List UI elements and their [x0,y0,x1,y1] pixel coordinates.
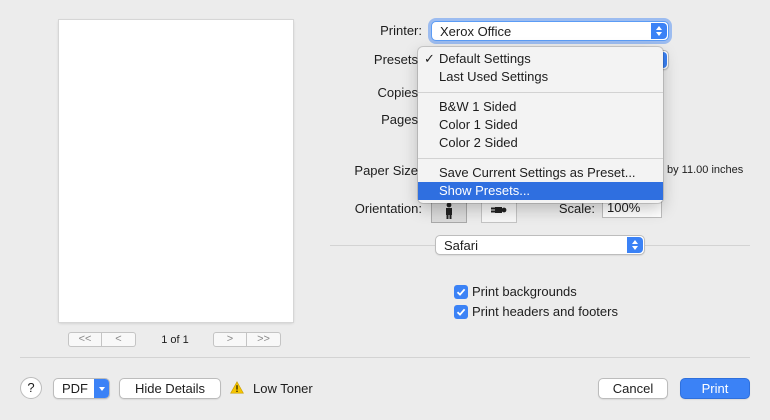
chevron-down-icon [94,379,109,398]
menu-item-color-1-sided[interactable]: Color 1 Sided [418,116,663,134]
scale-label: Scale: [558,201,595,216]
menu-item-show-presets[interactable]: Show Presets... [418,182,663,200]
pdf-label: PDF [62,381,88,396]
menu-item-label: Save Current Settings as Preset... [439,165,636,180]
print-backgrounds-option[interactable]: Print backgrounds [454,284,577,299]
landscape-person-icon [491,207,507,213]
orientation-label: Orientation: [354,201,422,216]
menu-item-label: Default Settings [439,51,531,66]
menu-item-label: Show Presets... [439,183,531,198]
cancel-button[interactable]: Cancel [598,378,668,399]
low-toner-status: Low Toner [253,381,313,396]
menu-separator [418,92,663,93]
pages-label: Pages [381,112,418,127]
menu-item-label: Color 1 Sided [439,117,518,132]
checkmark-icon [456,288,466,296]
printer-popup[interactable]: Xerox Office [431,21,669,41]
menu-item-save-preset[interactable]: Save Current Settings as Preset... [418,164,663,182]
menu-item-bw-1-sided[interactable]: B&W 1 Sided [418,98,663,116]
page-indicator: 1 of 1 [161,334,189,346]
presets-dropdown-menu: ✓ Default Settings Last Used Settings B&… [418,47,663,203]
app-section-value: Safari [444,238,478,253]
preview-nav-forward-group: > >> [213,332,281,347]
app-section-popup[interactable]: Safari [435,235,645,255]
footer-divider [20,357,750,358]
menu-item-color-2-sided[interactable]: Color 2 Sided [418,134,663,152]
copies-label: Copies [377,85,418,100]
checkmark-icon [456,308,466,316]
menu-item-label: B&W 1 Sided [439,99,517,114]
next-page-button[interactable]: > [213,332,247,347]
menu-item-last-used-settings[interactable]: Last Used Settings [418,68,663,86]
preview-nav-back-group: << < [68,332,136,347]
paper-size-label: Paper Size [354,163,418,178]
checkmark-icon: ✓ [424,51,435,66]
print-headers-footers-option[interactable]: Print headers and footers [454,304,618,319]
warning-icon [230,381,244,397]
print-preview-page [59,20,293,322]
portrait-person-icon [446,202,452,219]
help-button[interactable]: ? [20,377,42,399]
print-headers-footers-label: Print headers and footers [472,304,618,319]
print-backgrounds-label: Print backgrounds [472,284,577,299]
previous-page-button[interactable]: < [102,332,136,347]
menu-item-label: Color 2 Sided [439,135,518,150]
paper-size-dimensions: by 11.00 inches [667,164,744,176]
pdf-menu-button[interactable]: PDF [53,378,110,399]
presets-label: Presets [373,52,418,67]
last-page-button[interactable]: >> [247,332,281,347]
print-headers-footers-checkbox[interactable] [454,304,468,319]
popup-stepper-icon [651,23,667,39]
menu-separator [418,158,663,159]
popup-stepper-icon [627,237,643,253]
menu-item-label: Last Used Settings [439,69,549,84]
printer-value: Xerox Office [440,24,512,39]
first-page-button[interactable]: << [68,332,102,347]
print-button[interactable]: Print [680,378,750,399]
printer-label: Printer: [380,23,422,38]
hide-details-button[interactable]: Hide Details [119,378,221,399]
print-backgrounds-checkbox[interactable] [454,284,468,299]
menu-item-default-settings[interactable]: ✓ Default Settings [418,50,663,68]
